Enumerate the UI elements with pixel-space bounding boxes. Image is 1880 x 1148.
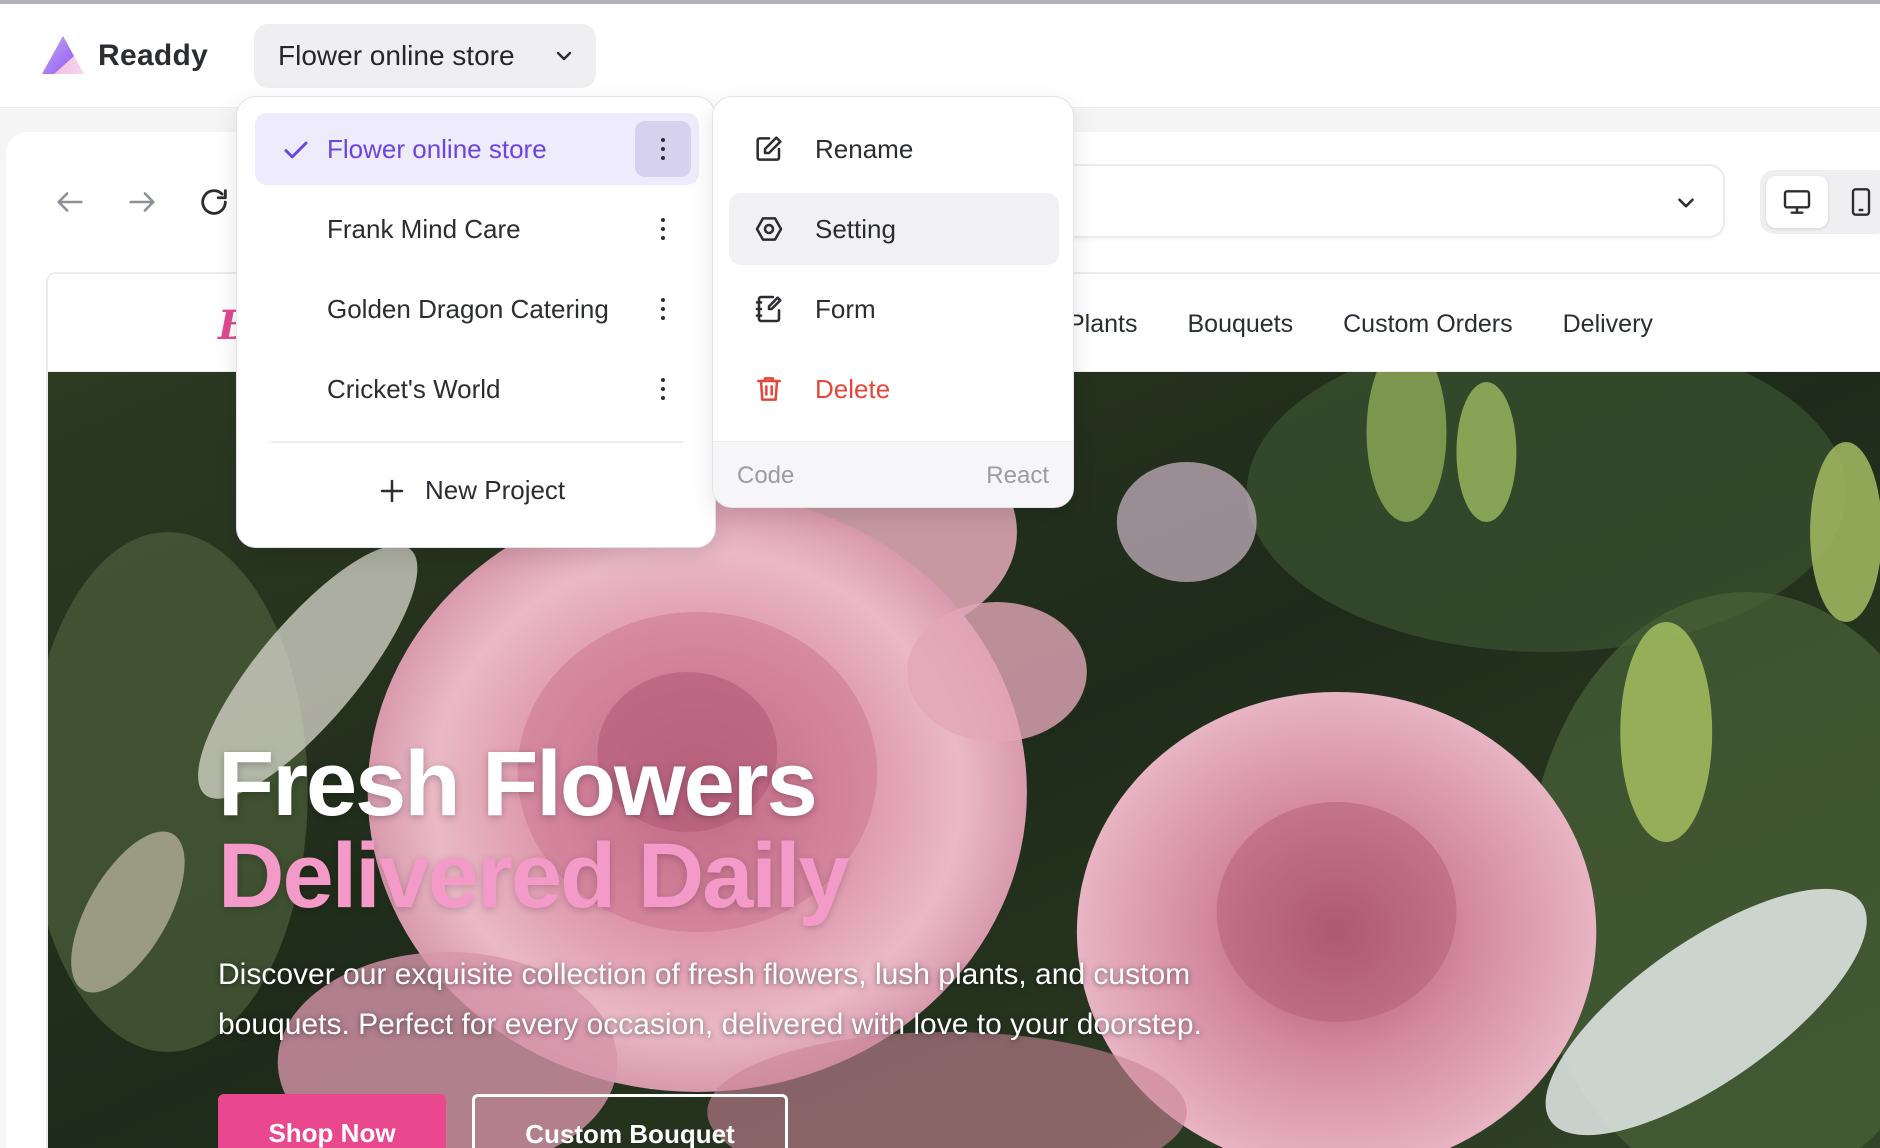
form-icon <box>755 295 782 323</box>
project-more-button[interactable] <box>635 121 691 177</box>
phone-icon <box>1851 188 1871 216</box>
reload-icon <box>201 189 227 215</box>
settings-icon <box>755 217 783 241</box>
project-item-crickets-world[interactable]: Cricket's World <box>255 353 699 425</box>
project-more-button[interactable] <box>635 281 691 337</box>
new-project-button[interactable]: New Project <box>377 475 565 506</box>
new-project-label: New Project <box>425 475 566 505</box>
framework-label: React <box>986 462 1049 489</box>
project-item-flower-online-store[interactable]: Flower online store <box>255 113 699 185</box>
forward-button[interactable] <box>122 182 162 222</box>
project-context-menu: Rename Setting Form Delete Code React <box>712 96 1074 508</box>
chevron-down-icon <box>556 51 572 61</box>
code-label: Code <box>737 462 795 489</box>
arrow-left-icon <box>57 192 83 212</box>
app-logo[interactable]: Readdy <box>40 34 208 78</box>
readdy-logo-icon <box>42 36 84 74</box>
site-nav-links: Plants Bouquets Custom Orders Delivery <box>1068 310 1653 339</box>
monitor-icon <box>1783 190 1811 214</box>
arrow-right-icon <box>129 192 155 212</box>
device-toggle <box>1760 170 1880 234</box>
project-dropdown: Flower online store Frank Mind Care Gold… <box>236 96 716 548</box>
reload-button[interactable] <box>194 182 234 222</box>
shop-now-button[interactable]: Shop Now <box>218 1094 446 1148</box>
form-label: Form <box>815 293 876 324</box>
site-nav-link-plants[interactable]: Plants <box>1068 310 1137 339</box>
edit-icon <box>756 136 782 161</box>
rename-menu-item[interactable]: Rename <box>729 113 1059 185</box>
project-item-label: Golden Dragon Catering <box>327 293 609 324</box>
more-vertical-icon <box>661 218 665 240</box>
project-item-golden-dragon-catering[interactable]: Golden Dragon Catering <box>255 273 699 345</box>
project-selector-label: Flower online store <box>278 40 515 71</box>
more-vertical-icon <box>661 298 665 320</box>
app-name: Readdy <box>98 39 209 72</box>
page-url-selector[interactable] <box>1040 164 1725 238</box>
check-icon <box>284 141 308 159</box>
more-vertical-icon <box>661 138 665 160</box>
trash-icon <box>757 377 781 401</box>
hero-description: Discover our exquisite collection of fre… <box>218 958 1202 1041</box>
site-nav-link-custom-orders[interactable]: Custom Orders <box>1343 310 1512 339</box>
more-vertical-icon <box>661 378 665 400</box>
back-button[interactable] <box>50 182 90 222</box>
context-menu-footer: Code React <box>713 441 1073 507</box>
dropdown-divider <box>271 441 683 443</box>
plus-icon <box>380 479 404 502</box>
hero-title-line-1: Fresh Flowers <box>218 733 818 835</box>
project-more-button[interactable] <box>635 361 691 417</box>
desktop-view-button[interactable] <box>1766 176 1828 228</box>
app-header: Readdy Flower online store <box>0 4 1880 108</box>
delete-menu-item[interactable]: Delete <box>729 353 1059 425</box>
project-item-label: Cricket's World <box>327 373 501 404</box>
setting-menu-item[interactable]: Setting <box>729 193 1059 265</box>
project-item-label: Frank Mind Care <box>327 213 521 244</box>
delete-label: Delete <box>815 373 891 404</box>
setting-label: Setting <box>815 213 896 244</box>
form-menu-item[interactable]: Form <box>729 273 1059 345</box>
site-nav-link-bouquets[interactable]: Bouquets <box>1187 310 1293 339</box>
mobile-view-button[interactable] <box>1830 176 1880 228</box>
project-item-label: Flower online store <box>327 133 547 164</box>
hero-title-line-2: Delivered Daily <box>218 825 850 927</box>
project-more-button[interactable] <box>635 201 691 257</box>
custom-bouquet-button[interactable]: Custom Bouquet <box>472 1094 788 1148</box>
site-nav-link-delivery[interactable]: Delivery <box>1563 310 1653 339</box>
chevron-down-icon <box>1678 198 1694 208</box>
project-item-frank-mind-care[interactable]: Frank Mind Care <box>255 193 699 265</box>
project-selector[interactable]: Flower online store <box>254 24 596 88</box>
rename-label: Rename <box>815 133 914 164</box>
